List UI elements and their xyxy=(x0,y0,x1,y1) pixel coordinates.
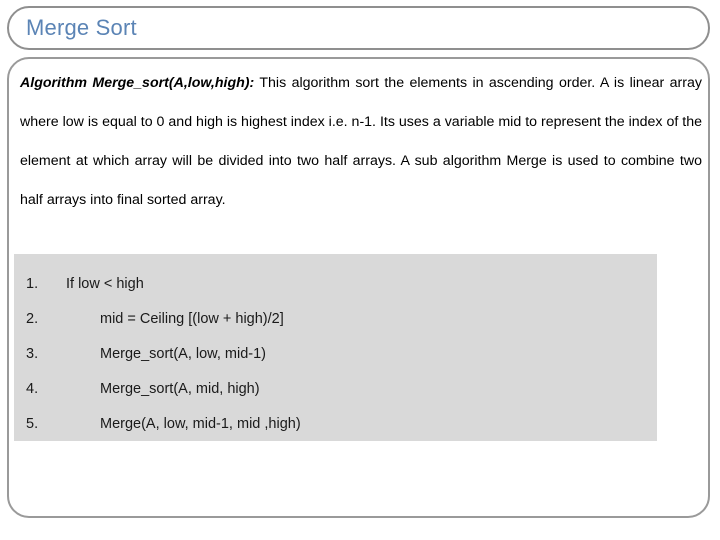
algorithm-steps-box: 1. If low < high 2. mid = Ceiling [(low … xyxy=(14,254,657,441)
algorithm-signature: Algorithm Merge_sort(A,low,high): xyxy=(20,75,255,91)
list-item-number: 2. xyxy=(26,311,39,327)
list-item-label: Merge_sort(A, low, mid-1) xyxy=(100,346,266,362)
list-item: 4. Merge_sort(A, mid, high) xyxy=(14,372,657,407)
list-item-label: If low < high xyxy=(66,276,144,292)
list-item-number: 5. xyxy=(26,416,39,432)
slide: Merge Sort Algorithm Merge_sort(A,low,hi… xyxy=(0,0,720,540)
list-item: 2. mid = Ceiling [(low + high)/2] xyxy=(14,302,657,337)
algorithm-description: Algorithm Merge_sort(A,low,high): This a… xyxy=(20,64,702,220)
list-item-label: Merge(A, low, mid-1, mid ,high) xyxy=(100,416,301,432)
list-item-number: 1. xyxy=(26,276,39,292)
list-item-label: Merge_sort(A, mid, high) xyxy=(100,381,260,397)
slide-title-box: Merge Sort xyxy=(7,6,710,50)
list-item-label: mid = Ceiling [(low + high)/2] xyxy=(100,311,284,327)
slide-body-frame: Algorithm Merge_sort(A,low,high): This a… xyxy=(7,57,710,518)
list-item-number: 3. xyxy=(26,346,39,362)
algorithm-description-text: This algorithm sort the elements in asce… xyxy=(20,75,702,208)
list-item-number: 4. xyxy=(26,381,39,397)
list-item: 1. If low < high xyxy=(14,267,657,302)
list-item: 5. Merge(A, low, mid-1, mid ,high) xyxy=(14,407,657,442)
page-title: Merge Sort xyxy=(26,15,137,40)
list-item: 3. Merge_sort(A, low, mid-1) xyxy=(14,337,657,372)
